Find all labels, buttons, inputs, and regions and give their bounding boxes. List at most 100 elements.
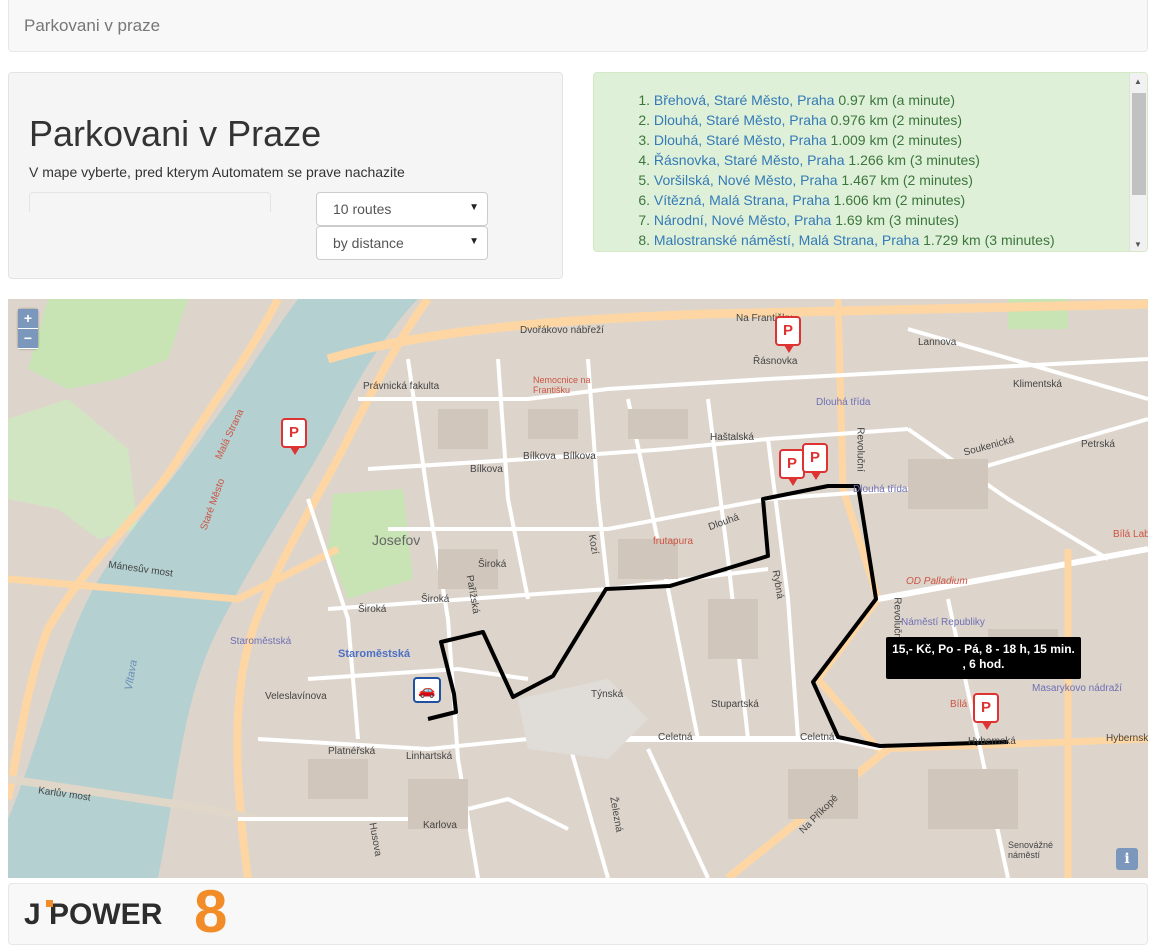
footer: J POWER 8 (8, 878, 1148, 945)
parking-icon: P (809, 449, 820, 466)
result-info: 0.976 km (2 minutes) (826, 112, 963, 128)
map-label: Široká (421, 594, 450, 605)
map-label: Senovážné náměstí (1008, 840, 1054, 860)
result-info: 1.266 km (3 minutes) (844, 152, 980, 168)
tooltip-line: 15,- Kč, Po - Pá, 8 - 18 h, 15 min. (892, 642, 1075, 656)
result-link[interactable]: Malostranské náměstí, Malá Strana, Praha (654, 232, 919, 248)
page-title: Parkovani v Praze (29, 113, 322, 154)
result-item: 8. Malostranské náměstí, Malá Strana, Pr… (630, 230, 1147, 250)
result-info: 1.009 km (2 minutes) (826, 132, 963, 148)
result-link[interactable]: Národní, Nové Město, Praha (654, 212, 831, 228)
location-input[interactable] (29, 192, 271, 212)
result-item: 6. Vítězná, Malá Strana, Praha 1.606 km … (630, 190, 1147, 210)
map-label: Nemocnice na Františku (533, 375, 591, 395)
map-label: Bílkova (563, 451, 596, 462)
navbar: Parkovani v praze (8, 0, 1148, 52)
chevron-down-icon: ▼ (469, 236, 479, 247)
map-label: Karlova (423, 820, 457, 831)
chevron-down-icon: ▼ (469, 202, 479, 213)
result-link[interactable]: Vítězná, Malá Strana, Praha (654, 192, 830, 208)
result-item: 5. Voršilská, Nové Město, Praha 1.467 km… (630, 170, 1147, 190)
map-label: OD Palladium (906, 576, 968, 587)
tooltip-line: , 6 hod. (962, 657, 1005, 671)
parking-icon: P (782, 322, 793, 339)
routes-select[interactable]: 10 routes ▼ (316, 192, 488, 226)
result-link[interactable]: Řásnovka, Staré Město, Praha (654, 152, 845, 168)
header-panel: Parkovani v Praze V mape vyberte, pred k… (8, 72, 563, 279)
car-marker[interactable]: 🚗 (413, 677, 441, 703)
map-label: Revoluční (854, 427, 866, 472)
page-lead: V mape vyberte, pred kterym Automatem se… (29, 164, 405, 180)
logo-digit: 8 (194, 878, 228, 945)
sort-select-value: by distance (333, 235, 404, 251)
map-label: Právnická fakulta (363, 381, 440, 392)
parking-icon: P (288, 424, 299, 441)
scroll-down-icon[interactable]: ▼ (1134, 240, 1142, 249)
map-label: Řásnovka (753, 356, 798, 367)
map-label: Celetná (658, 732, 693, 743)
map-label: Josefov (372, 532, 421, 548)
result-link[interactable]: Břehová, Staré Město, Praha (654, 92, 835, 108)
result-item: 2. Dlouhá, Staré Město, Praha 0.976 km (… (630, 110, 1147, 130)
map-label: Široká (358, 604, 387, 615)
sort-select[interactable]: by distance ▼ (316, 226, 488, 260)
result-number: 7. (638, 212, 650, 228)
parking-marker[interactable]: P (973, 693, 999, 730)
logo-text: J POWER (24, 898, 163, 931)
map-label: Náměstí Republiky (901, 617, 985, 628)
parking-marker[interactable]: P (802, 443, 828, 480)
map-label: Týnská (591, 689, 624, 700)
map-label: Hybernská (1106, 733, 1148, 744)
result-info: 1.69 km (3 minutes) (831, 212, 959, 228)
map-label: Bílkova (523, 451, 556, 462)
result-info: 0.97 km (a minute) (834, 92, 956, 108)
results-list: 1. Břehová, Staré Město, Praha 0.97 km (… (594, 73, 1147, 250)
map-label: Veleslavínova (265, 691, 327, 702)
logo-dot (46, 900, 53, 907)
scrollbar-thumb[interactable] (1132, 93, 1146, 195)
results-panel: 1. Břehová, Staré Město, Praha 0.97 km (… (593, 72, 1148, 252)
map-label: Staroměstská (230, 636, 292, 647)
map[interactable]: + − Dvořákovo nábřeží Na Františku Řásno… (8, 299, 1148, 878)
car-icon: 🚗 (418, 682, 436, 698)
map-label: Celetná (800, 732, 835, 743)
map-label: Lannova (918, 337, 957, 348)
parking-icon: P (980, 699, 991, 716)
result-number: 5. (638, 172, 650, 188)
result-info: 1.606 km (2 minutes) (829, 192, 966, 208)
map-label: Bílkova (470, 464, 503, 475)
zoom-out-button[interactable]: − (18, 329, 38, 349)
zoom-control: + − (18, 309, 38, 349)
parking-tooltip: 15,- Kč, Po - Pá, 8 - 18 h, 15 min. , 6 … (886, 637, 1081, 679)
map-label: frutapura (653, 536, 694, 547)
map-label: Klimentská (1013, 379, 1062, 390)
result-item: 7. Národní, Nové Město, Praha 1.69 km (3… (630, 210, 1147, 230)
map-label: Bílá Lab (1113, 529, 1148, 540)
result-number: 6. (638, 192, 650, 208)
map-label: Široká (478, 559, 507, 570)
map-label: Stupartská (711, 699, 759, 710)
routes-select-value: 10 routes (333, 201, 392, 217)
map-label: Hybernská (968, 736, 1016, 747)
result-item: 4. Řásnovka, Staré Město, Praha 1.266 km… (630, 150, 1147, 170)
result-info: 1.467 km (2 minutes) (837, 172, 973, 188)
parking-marker[interactable]: P (775, 316, 801, 353)
map-label: Revoluční (891, 597, 903, 642)
result-link[interactable]: Dlouhá, Staré Město, Praha (654, 132, 827, 148)
result-link[interactable]: Voršilská, Nové Město, Praha (654, 172, 838, 188)
result-info: 1.729 km (3 minutes) (919, 232, 1055, 248)
info-icon[interactable]: i (1116, 848, 1138, 870)
scroll-up-icon[interactable]: ▲ (1134, 77, 1142, 86)
parking-marker[interactable]: P (281, 418, 307, 455)
map-label: Petrská (1081, 439, 1115, 450)
map-label: Haštalská (710, 432, 754, 443)
map-label: Masarykovo nádraží (1032, 683, 1123, 694)
parking-icon: P (786, 455, 797, 472)
result-number: 3. (638, 132, 650, 148)
zoom-in-button[interactable]: + (18, 309, 38, 329)
result-link[interactable]: Dlouhá, Staré Město, Praha (654, 112, 827, 128)
result-number: 4. (638, 152, 650, 168)
map-label: Linhartská (406, 751, 453, 762)
navbar-brand[interactable]: Parkovani v praze (24, 16, 160, 36)
results-scrollbar[interactable]: ▲ ▼ (1129, 73, 1147, 251)
